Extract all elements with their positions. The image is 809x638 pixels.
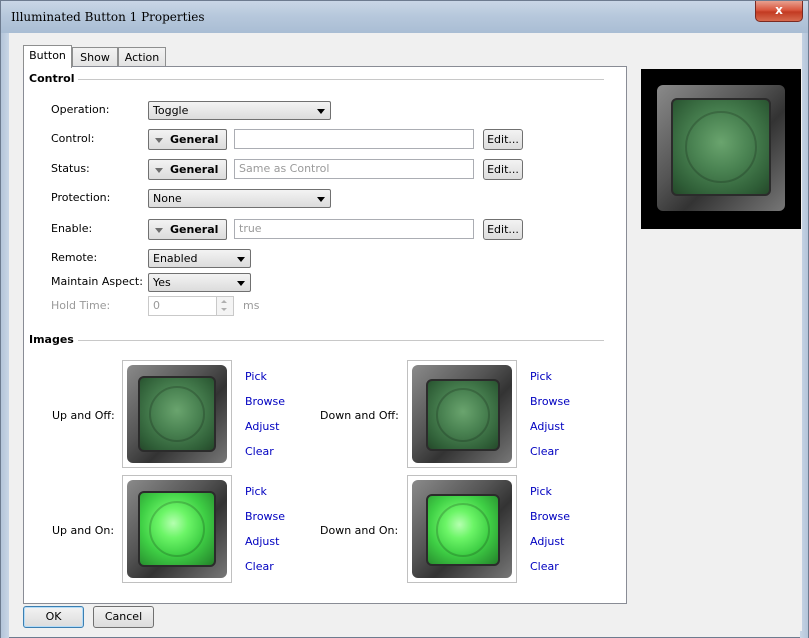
enable-source-button[interactable]: General [148, 219, 227, 240]
hold-time-label: Hold Time: [51, 299, 111, 312]
remote-value: Enabled [153, 252, 198, 265]
close-button[interactable]: x [755, 1, 803, 22]
dropdown-triangle-icon [155, 138, 163, 143]
window-frame-left [1, 33, 9, 638]
control-group-title: Control [29, 72, 79, 85]
down-and-off-browse-link[interactable]: Browse [530, 395, 570, 408]
tab-button[interactable]: Button [23, 45, 72, 68]
button-bezel [127, 365, 227, 463]
control-source-label: General [170, 133, 219, 146]
down-and-on-clear-link[interactable]: Clear [530, 560, 559, 573]
window-title: Illuminated Button 1 Properties [11, 10, 205, 24]
down-and-on-pick-link[interactable]: Pick [530, 485, 552, 498]
button-bezel [412, 480, 512, 578]
up-and-on-clear-link[interactable]: Clear [245, 560, 274, 573]
operation-label: Operation: [51, 103, 110, 116]
up-and-off-image[interactable] [122, 360, 232, 468]
cancel-button[interactable]: Cancel [93, 606, 154, 628]
chevron-down-icon [237, 257, 245, 262]
control-group-divider [74, 79, 604, 80]
maintain-aspect-select[interactable]: Yes [148, 273, 251, 292]
dialog-client-area: Button Show Action Control Operation: To… [9, 33, 802, 631]
hold-time-spinner[interactable]: 0 [148, 296, 234, 316]
dropdown-triangle-icon [155, 228, 163, 233]
enable-expression-field[interactable]: true [234, 219, 474, 239]
down-and-off-label: Down and Off: [320, 409, 399, 422]
button-preview [641, 69, 801, 229]
spinner-arrows-icon[interactable] [216, 297, 233, 315]
tab-action[interactable]: Action [118, 47, 166, 66]
status-label: Status: [51, 162, 90, 175]
enable-label: Enable: [51, 222, 93, 235]
enable-edit-button[interactable]: Edit... [483, 219, 523, 240]
operation-select[interactable]: Toggle [148, 101, 331, 120]
chevron-down-icon [237, 281, 245, 286]
control-source-button[interactable]: General [148, 129, 227, 150]
protection-value: None [153, 192, 182, 205]
tab-panel-button: Control Operation: Toggle Control: Gener… [23, 66, 627, 604]
control-label: Control: [51, 132, 95, 145]
tab-show[interactable]: Show [72, 47, 118, 66]
down-and-on-label: Down and On: [320, 524, 399, 537]
chevron-down-icon [317, 197, 325, 202]
illuminated-button-preview-image [671, 98, 771, 196]
down-and-off-adjust-link[interactable]: Adjust [530, 420, 564, 433]
operation-value: Toggle [153, 104, 189, 117]
enable-source-label: General [170, 223, 219, 236]
up-and-on-browse-link[interactable]: Browse [245, 510, 285, 523]
down-and-on-adjust-link[interactable]: Adjust [530, 535, 564, 548]
properties-dialog: Illuminated Button 1 Properties x Button… [0, 0, 809, 638]
control-edit-button[interactable]: Edit... [483, 129, 523, 150]
hold-time-unit: ms [243, 299, 260, 312]
maintain-aspect-value: Yes [153, 276, 171, 289]
up-and-on-image[interactable] [122, 475, 232, 583]
status-source-button[interactable]: General [148, 159, 227, 180]
images-group-divider [74, 340, 604, 341]
illuminated-button-off-image [138, 376, 216, 452]
up-and-off-label: Up and Off: [52, 409, 115, 422]
hold-time-value: 0 [153, 299, 160, 312]
down-and-on-browse-link[interactable]: Browse [530, 510, 570, 523]
down-and-off-pick-link[interactable]: Pick [530, 370, 552, 383]
up-and-off-adjust-link[interactable]: Adjust [245, 420, 279, 433]
up-and-on-adjust-link[interactable]: Adjust [245, 535, 279, 548]
status-edit-button[interactable]: Edit... [483, 159, 523, 180]
down-and-on-image[interactable] [407, 475, 517, 583]
up-and-off-pick-link[interactable]: Pick [245, 370, 267, 383]
ok-button[interactable]: OK [23, 606, 84, 628]
up-and-on-label: Up and On: [52, 524, 115, 537]
dropdown-triangle-icon [155, 168, 163, 173]
status-expression-field[interactable]: Same as Control [234, 159, 474, 179]
maintain-aspect-label: Maintain Aspect: [51, 275, 143, 288]
button-bezel [412, 365, 512, 463]
down-and-off-image[interactable] [407, 360, 517, 468]
remote-select[interactable]: Enabled [148, 249, 251, 268]
protection-label: Protection: [51, 191, 111, 204]
up-and-on-pick-link[interactable]: Pick [245, 485, 267, 498]
illuminated-button-off-image [426, 379, 500, 451]
button-bezel [127, 480, 227, 578]
title-bar[interactable]: Illuminated Button 1 Properties x [1, 1, 808, 33]
chevron-down-icon [317, 109, 325, 114]
illuminated-button-on-image [426, 494, 500, 566]
down-and-off-clear-link[interactable]: Clear [530, 445, 559, 458]
button-bezel [657, 85, 785, 211]
images-group-title: Images [29, 333, 78, 346]
protection-select[interactable]: None [148, 189, 331, 208]
control-expression-field[interactable] [234, 129, 474, 149]
illuminated-button-on-image [138, 491, 216, 567]
close-icon: x [775, 3, 783, 17]
remote-label: Remote: [51, 251, 98, 264]
up-and-off-clear-link[interactable]: Clear [245, 445, 274, 458]
up-and-off-browse-link[interactable]: Browse [245, 395, 285, 408]
status-source-label: General [170, 163, 219, 176]
